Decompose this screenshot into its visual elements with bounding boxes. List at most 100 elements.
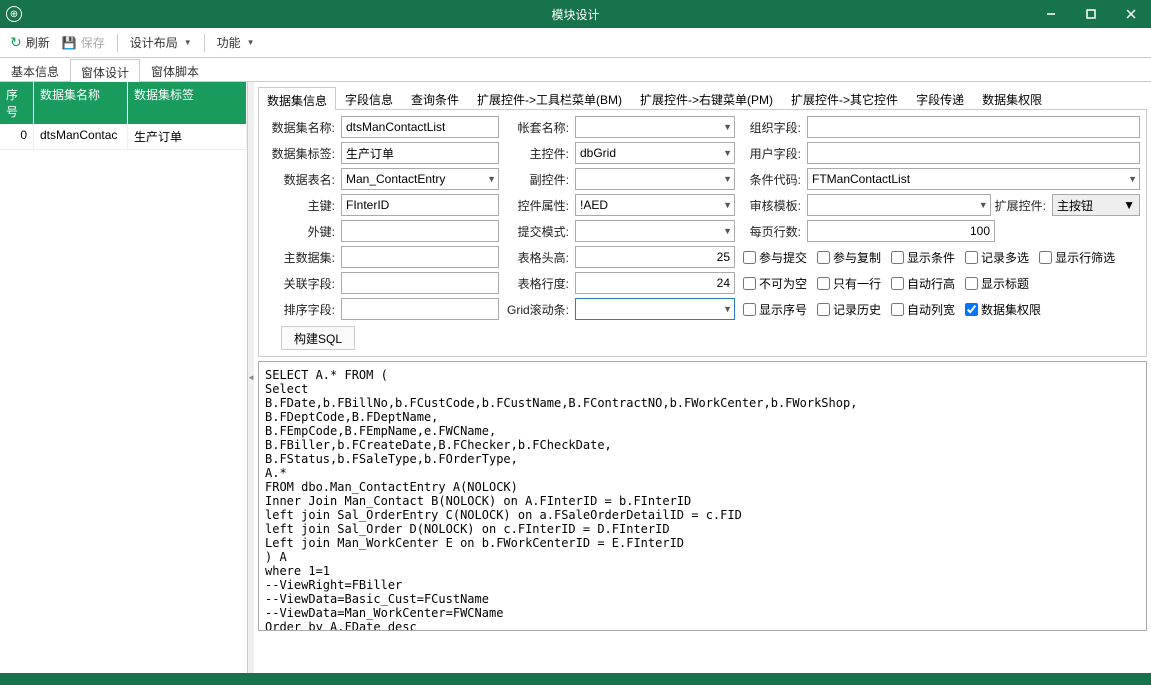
input-fk[interactable] [341,220,499,242]
chk-one-row[interactable]: 只有一行 [817,275,881,292]
dataset-row[interactable]: 0 dtsManContac 生产订单 [0,124,247,150]
chk-auto-col-w[interactable]: 自动列宽 [891,301,955,318]
checkbox-group-2: 不可为空 只有一行 自动行高 显示标题 [739,275,1140,292]
label-scroll: Grid滚动条: [503,301,571,318]
chk-submit[interactable]: 参与提交 [743,249,807,266]
input-main-ds[interactable] [341,246,499,268]
input-ds-name[interactable] [341,116,499,138]
label-row-h: 表格行度: [503,275,571,292]
input-sort-field[interactable] [341,298,499,320]
tab-ds-perm[interactable]: 数据集权限 [973,86,1051,109]
main-tabs: 基本信息 窗体设计 窗体脚本 [0,58,1151,82]
label-ctrl-attr: 控件属性: [503,197,571,214]
save-button: 💾保存 [58,32,109,53]
toolbar: ↻刷新 💾保存 设计布局▼ 功能▼ [0,28,1151,58]
divider [204,34,205,52]
sql-textarea[interactable]: SELECT A.* FROM ( Select B.FDate,b.FBill… [258,361,1147,631]
label-org-field: 组织字段: [739,119,803,136]
label-ext-ctrl: 扩展控件: [995,197,1048,214]
label-cond-code: 条件代码: [739,171,803,188]
minimize-button[interactable] [1031,0,1071,28]
combo-audit-tpl[interactable]: ▼ [807,194,991,216]
tab-form-design[interactable]: 窗体设计 [70,59,140,82]
detail-tabs: 数据集信息 字段信息 查询条件 扩展控件->工具栏菜单(BM) 扩展控件->右键… [258,86,1147,110]
tab-ds-info[interactable]: 数据集信息 [258,87,336,110]
combo-book-name[interactable]: ▼ [575,116,735,138]
status-bar [0,673,1151,685]
tab-ext-other[interactable]: 扩展控件->其它控件 [782,86,907,109]
chk-show-title[interactable]: 显示标题 [965,275,1029,292]
chk-not-null[interactable]: 不可为空 [743,275,807,292]
label-fk: 外键: [265,223,337,240]
chk-auto-row-h[interactable]: 自动行高 [891,275,955,292]
combo-cond-code[interactable]: FTManContactList▼ [807,168,1140,190]
label-page-rows: 每页行数: [739,223,803,240]
refresh-icon: ↻ [10,34,22,51]
function-dropdown[interactable]: 功能▼ [213,32,259,53]
label-table-name: 数据表名: [265,171,337,188]
label-sub-ctrl: 副控件: [503,171,571,188]
label-main-ds: 主数据集: [265,249,337,266]
checkbox-group-3: 显示序号 记录历史 自动列宽 数据集权限 [739,301,1140,318]
chk-copy[interactable]: 参与复制 [817,249,881,266]
input-row-h[interactable] [575,272,735,294]
maximize-button[interactable] [1071,0,1111,28]
splitter-handle[interactable] [248,82,254,673]
tab-basic-info[interactable]: 基本信息 [0,58,70,81]
tab-form-script[interactable]: 窗体脚本 [140,58,210,81]
label-submit-mode: 提交模式: [503,223,571,240]
chevron-down-icon: ▼ [184,38,192,47]
tab-field-pass[interactable]: 字段传递 [907,86,973,109]
combo-scroll[interactable]: ▼ [575,298,735,320]
save-icon: 💾 [62,36,77,50]
input-org-field[interactable] [807,116,1140,138]
col-label: 数据集标签 [128,82,247,124]
combo-table-name[interactable]: Man_ContactEntry▼ [341,168,499,190]
combo-submit-mode[interactable]: ▼ [575,220,735,242]
input-ds-label[interactable] [341,142,499,164]
combo-main-ctrl[interactable]: dbGrid▼ [575,142,735,164]
tab-field-info[interactable]: 字段信息 [336,86,402,109]
chk-multi-select[interactable]: 记录多选 [965,249,1029,266]
tab-query-cond[interactable]: 查询条件 [402,86,468,109]
tab-ext-context[interactable]: 扩展控件->右键菜单(PM) [631,86,782,109]
combo-ctrl-attr[interactable]: !AED▼ [575,194,735,216]
chevron-down-icon: ▼ [247,38,255,47]
input-user-field[interactable] [807,142,1140,164]
input-page-rows[interactable] [807,220,995,242]
left-panel: 序号 数据集名称 数据集标签 0 dtsManContac 生产订单 [0,82,248,673]
chk-show-cond[interactable]: 显示条件 [891,249,955,266]
right-panel: 数据集信息 字段信息 查询条件 扩展控件->工具栏菜单(BM) 扩展控件->右键… [254,82,1151,673]
col-name: 数据集名称 [34,82,128,124]
divider [117,34,118,52]
input-head-h[interactable] [575,246,735,268]
chk-ds-perm[interactable]: 数据集权限 [965,301,1041,318]
chk-history[interactable]: 记录历史 [817,301,881,318]
combo-ext-ctrl[interactable]: 主按钮▼ [1052,194,1140,216]
dataset-table-header: 序号 数据集名称 数据集标签 [0,82,247,124]
close-button[interactable] [1111,0,1151,28]
chk-row-filter[interactable]: 显示行筛选 [1039,249,1115,266]
label-audit-tpl: 审核模板: [739,197,803,214]
col-seq: 序号 [0,82,34,124]
label-head-h: 表格头高: [503,249,571,266]
label-rel-field: 关联字段: [265,275,337,292]
chk-show-seq[interactable]: 显示序号 [743,301,807,318]
refresh-button[interactable]: ↻刷新 [6,32,54,53]
globe-icon: ⊕ [6,6,22,22]
layout-dropdown[interactable]: 设计布局▼ [126,32,196,53]
input-rel-field[interactable] [341,272,499,294]
label-pk: 主键: [265,197,337,214]
tab-ext-toolbar[interactable]: 扩展控件->工具栏菜单(BM) [468,86,631,109]
label-ds-label: 数据集标签: [265,145,337,162]
label-book-name: 帐套名称: [503,119,571,136]
label-main-ctrl: 主控件: [503,145,571,162]
input-pk[interactable] [341,194,499,216]
build-sql-button[interactable]: 构建SQL [281,326,355,350]
combo-sub-ctrl[interactable]: ▼ [575,168,735,190]
window-title: 模块设计 [551,6,599,23]
label-user-field: 用户字段: [739,145,803,162]
label-ds-name: 数据集名称: [265,119,337,136]
label-sort-field: 排序字段: [265,301,337,318]
titlebar: ⊕ 模块设计 [0,0,1151,28]
